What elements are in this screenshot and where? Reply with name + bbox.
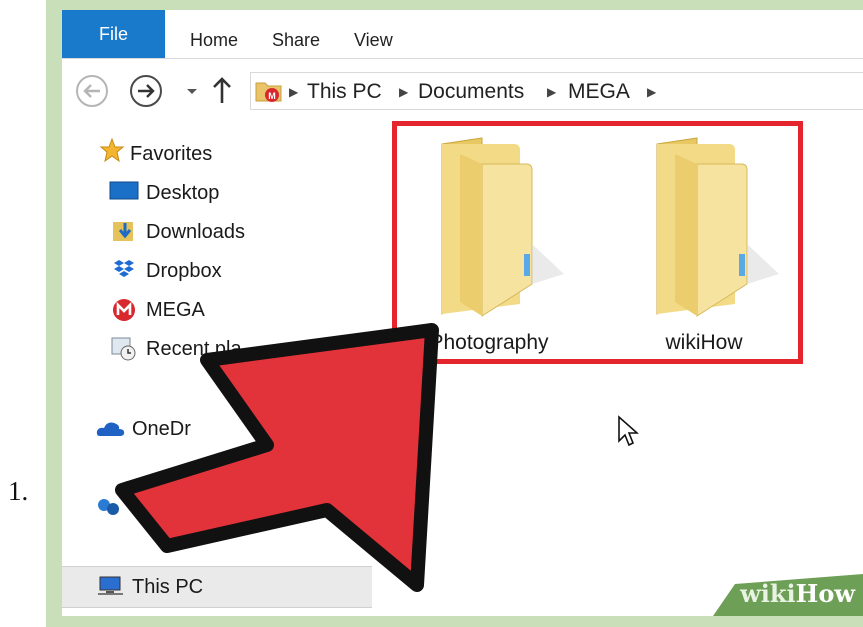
screenshot-frame: File Home Share View M ▶ This PC ▶ Docum… <box>46 0 863 627</box>
pointer-arrow-icon <box>115 323 439 592</box>
list-number: 1. <box>8 476 29 506</box>
file-explorer-window: File Home Share View M ▶ This PC ▶ Docum… <box>62 10 863 616</box>
watermark-text: wikiHow <box>740 579 855 608</box>
watermark: wikiHow <box>713 574 863 616</box>
